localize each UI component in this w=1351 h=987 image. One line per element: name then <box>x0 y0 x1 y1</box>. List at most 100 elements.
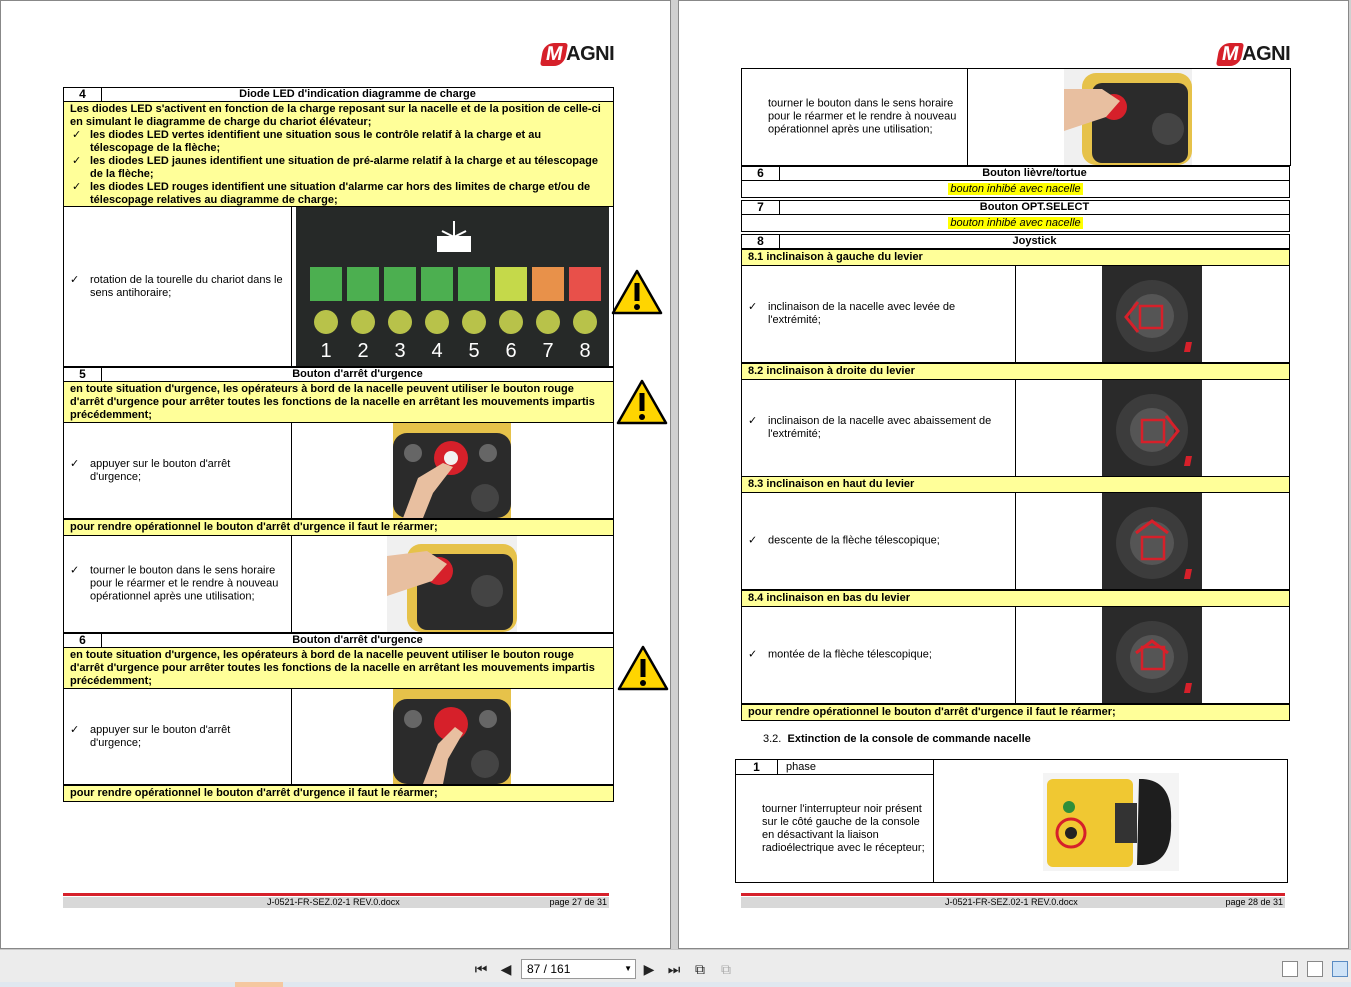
sec8-2-text: inclinaison de la nacelle avec abaisseme… <box>748 415 1007 441</box>
sec32-number: 1 <box>736 760 778 774</box>
warning-icon-3 <box>617 645 669 691</box>
sec6-title: Bouton lièvre/tortue <box>982 167 1087 179</box>
led-number-8: 8 <box>579 340 590 362</box>
sec4-intro: Les diodes LED s'activent en fonction de… <box>70 103 601 128</box>
joystick-down-photo <box>1102 607 1202 703</box>
magni-logo: MAGNI <box>539 43 615 66</box>
led-number-7: 7 <box>542 340 553 362</box>
sec5-row-rearm: tourner le bouton dans le sens horaire p… <box>63 536 614 633</box>
sec8-1-label-text: 8.1 inclinaison à gauche du levier <box>748 251 923 263</box>
sec7-header: 7 Bouton OPT.SELECT <box>741 200 1290 215</box>
sec5-rearm-text: pour rendre opérationnel le bouton d'arr… <box>70 521 438 533</box>
led-square-7 <box>532 267 564 301</box>
prev-page-icon[interactable]: ◀ <box>497 960 515 978</box>
sec4-row-text: rotation de la tourelle du chariot dans … <box>70 274 283 300</box>
continuous-view-icon[interactable] <box>1307 961 1323 977</box>
sec6-intro: en toute situation d'urgence, les opérat… <box>70 649 595 687</box>
sec8-3-row: descente de la flèche télescopique; <box>741 493 1290 590</box>
footer-page-number: page 28 de 31 <box>1225 897 1283 907</box>
page-number-select[interactable]: 87 / 161 ▼ <box>521 959 636 979</box>
sec8-2-row: inclinaison de la nacelle avec abaisseme… <box>741 380 1290 477</box>
sec5-rearm-note: pour rendre opérationnel le bouton d'arr… <box>63 519 614 536</box>
sec6-row-text: appuyer sur le bouton d'arrêt d'urgence; <box>70 724 283 750</box>
sec5-number: 5 <box>64 368 102 381</box>
led-bulb-8 <box>573 310 597 334</box>
sec4-bullet-red: les diodes LED rouges identifient une si… <box>70 181 607 207</box>
footer-page-number: page 27 de 31 <box>549 897 607 907</box>
single-page-view-icon[interactable] <box>1282 961 1298 977</box>
sec4-title: Diode LED d'indication diagramme de char… <box>239 88 476 100</box>
led-number-1: 1 <box>320 340 331 362</box>
sec8-4-text: montée de la flèche télescopique; <box>748 649 1007 662</box>
sec6-rearm-text: pour rendre opérationnel le bouton d'arr… <box>70 787 438 799</box>
sec8-3-label: 8.3 inclinaison en haut du levier <box>741 476 1290 493</box>
sec8-4-label: 8.4 inclinaison en bas du levier <box>741 590 1290 607</box>
sec6-row-press: appuyer sur le bouton d'arrêt d'urgence; <box>63 689 614 785</box>
sec5-description: en toute situation d'urgence, les opérat… <box>63 381 614 423</box>
led-number-6: 6 <box>505 340 516 362</box>
sec8-rearm-note: pour rendre opérationnel le bouton d'arr… <box>741 704 1290 721</box>
led-square-8 <box>569 267 601 301</box>
joystick-up-photo <box>1102 493 1202 589</box>
fit-page-icon[interactable]: ⧉ <box>691 960 709 978</box>
sec4-number: 4 <box>64 88 102 101</box>
right-page: MAGNI tourner le bouton dans le sens hor… <box>678 0 1349 949</box>
led-bulb-3 <box>388 310 412 334</box>
footer-doc-name: J-0521-FR-SEZ.02-1 REV.0.docx <box>267 897 400 907</box>
sec8-1-text: inclinaison de la nacelle avec levée de … <box>748 301 1007 327</box>
sec5-row-press: appuyer sur le bouton d'arrêt d'urgence; <box>63 423 614 519</box>
joystick-left-photo <box>1102 266 1202 362</box>
footer: J-0521-FR-SEZ.02-1 REV.0.docx page 28 de… <box>741 897 1285 908</box>
sec7-inhibited-note: bouton inhibé avec nacelle <box>741 215 1290 232</box>
led-bulb-7 <box>536 310 560 334</box>
sec8-4-row: montée de la flèche télescopique; <box>741 607 1290 704</box>
sec5-row-press-text: appuyer sur le bouton d'arrêt d'urgence; <box>70 458 283 484</box>
led-number-3: 3 <box>394 340 405 362</box>
sec6-description: en toute situation d'urgence, les opérat… <box>63 647 614 689</box>
next-page-icon[interactable]: ▶ <box>640 960 658 978</box>
footer-doc-name: J-0521-FR-SEZ.02-1 REV.0.docx <box>945 897 1078 907</box>
sec6-header: 6 Bouton d'arrêt d'urgence <box>63 633 614 648</box>
first-page-icon[interactable]: ⏮ <box>472 960 490 978</box>
sec8-4-label-text: 8.4 inclinaison en bas du levier <box>748 592 911 604</box>
last-page-icon[interactable]: ⏭ <box>665 960 683 978</box>
sec7-title: Bouton OPT.SELECT <box>979 201 1090 213</box>
sec32-heading-text: Extinction de la console de commande nac… <box>787 733 1031 745</box>
sec32-heading-number: 3.2. <box>763 733 782 745</box>
emergency-press-photo-2 <box>393 689 511 784</box>
fit-width-icon[interactable]: ⧉ <box>717 960 735 978</box>
console-switch-photo <box>1043 773 1179 871</box>
sec32-heading: 3.2. Extinction de la console de command… <box>763 733 1031 745</box>
sec7-number: 7 <box>742 201 780 214</box>
sec4-bullet-yellow: les diodes LED jaunes identifient une si… <box>70 155 607 181</box>
emergency-press-photo <box>393 423 511 518</box>
led-number-2: 2 <box>357 340 368 362</box>
sec6-rearm-note: pour rendre opérationnel le bouton d'arr… <box>63 785 614 802</box>
led-bulb-5 <box>462 310 486 334</box>
led-bulb-4 <box>425 310 449 334</box>
sec4-description: Les diodes LED s'activent en fonction de… <box>63 101 614 207</box>
led-square-3 <box>384 267 416 301</box>
sec8-3-label-text: 8.3 inclinaison en haut du levier <box>748 478 915 490</box>
sec8-3-text: descente de la flèche télescopique; <box>748 535 1007 548</box>
sec32-table: 1 phase tourner l'interrupteur noir prés… <box>735 759 1288 883</box>
sec5-row-rearm-text: tourner le bouton dans le sens horaire p… <box>70 565 283 604</box>
two-page-view-icon[interactable] <box>1332 961 1348 977</box>
sec5-header: 5 Bouton d'arrêt d'urgence <box>63 367 614 382</box>
sec5-intro: en toute situation d'urgence, les opérat… <box>70 383 595 421</box>
sec6-note-text: bouton inhibé avec nacelle <box>948 183 1083 195</box>
joystick-right-photo <box>1102 380 1202 476</box>
led-bulb-6 <box>499 310 523 334</box>
sec32-row-text: tourner l'interrupteur noir présent sur … <box>762 802 925 854</box>
emergency-rearm-photo <box>387 536 517 632</box>
sec6-number: 6 <box>64 634 102 647</box>
sec6-inhibited-note: bouton inhibé avec nacelle <box>741 181 1290 198</box>
sec8-2-label: 8.2 inclinaison à droite du levier <box>741 363 1290 380</box>
left-page: MAGNI 4 Diode LED d'indication diagramme… <box>0 0 671 949</box>
footer: J-0521-FR-SEZ.02-1 REV.0.docx page 27 de… <box>63 897 609 908</box>
taskbar-strip <box>0 982 1351 987</box>
led-square-1 <box>310 267 342 301</box>
sec4-bullet-green: les diodes LED vertes identifient une si… <box>70 129 607 155</box>
chevron-down-icon: ▼ <box>624 964 632 973</box>
sec8-title: Joystick <box>1012 235 1057 247</box>
